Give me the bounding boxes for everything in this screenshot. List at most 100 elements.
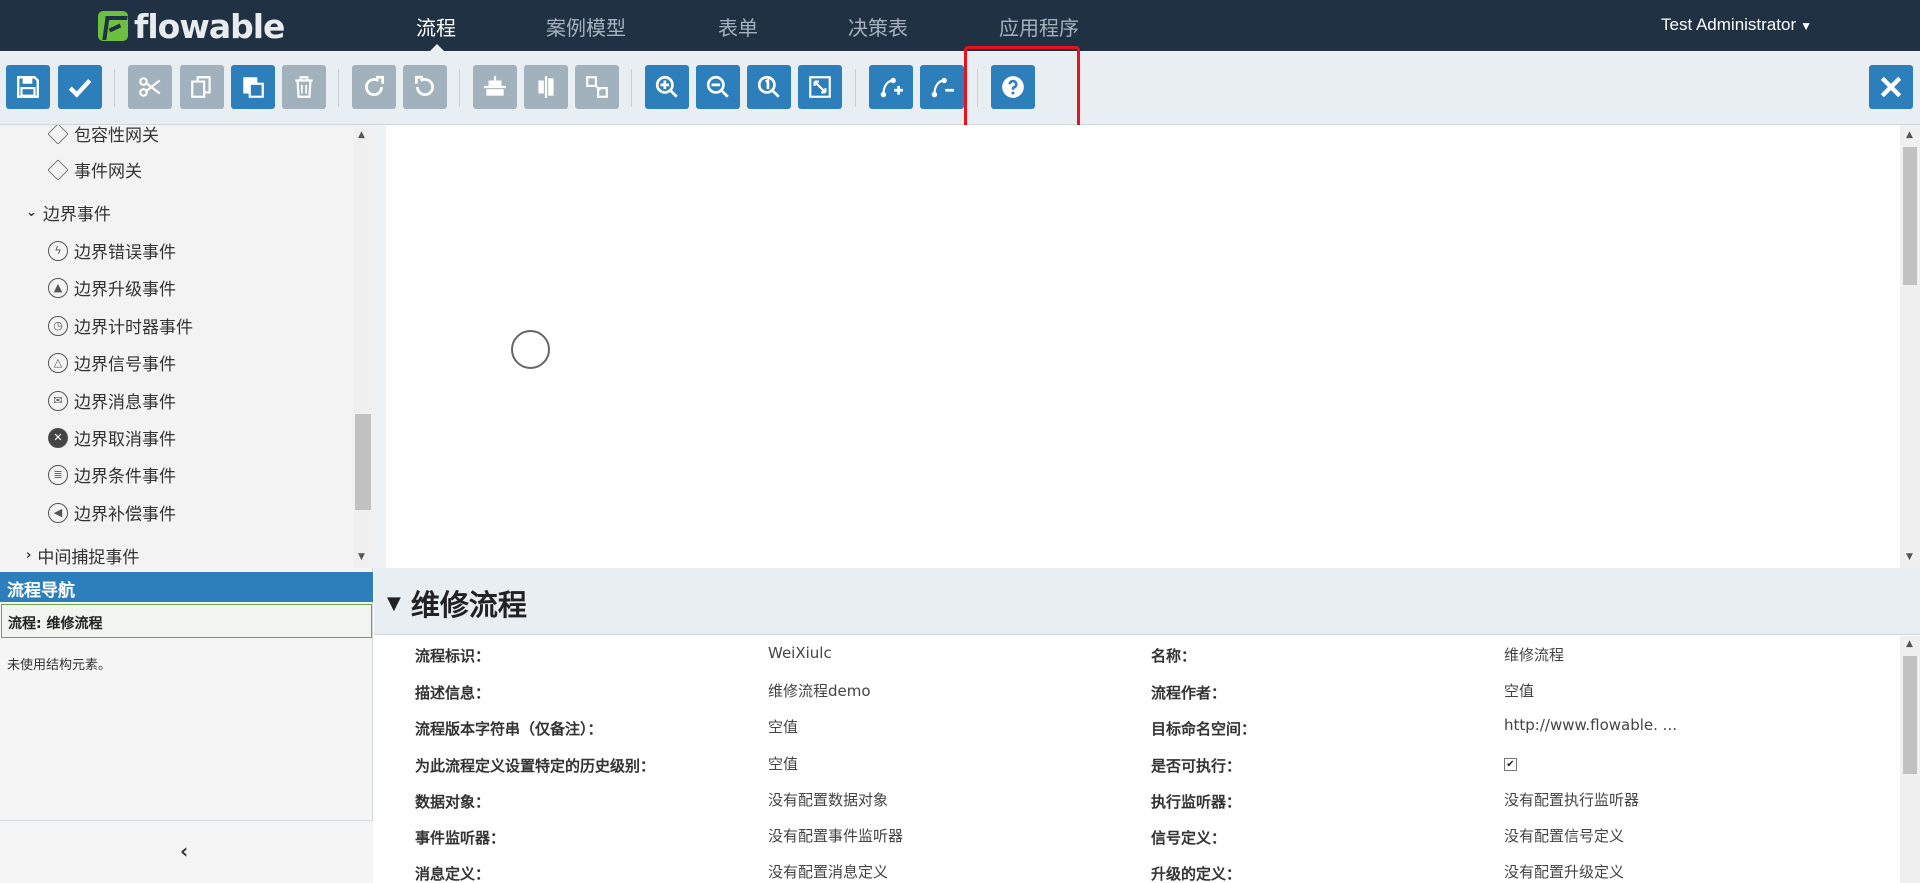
flowable-logo-icon — [98, 11, 128, 41]
properties-scrollbar[interactable]: ▲ — [1900, 636, 1920, 883]
gateway-icon — [47, 158, 69, 181]
top-navbar: flowable 流程 案例模型 表单 决策表 应用程序 Test Admini… — [0, 0, 1920, 52]
scroll-up-arrow-icon[interactable]: ▲ — [1906, 639, 1913, 649]
floppy-disk-icon — [17, 76, 39, 98]
scissors-icon — [139, 77, 161, 97]
prop-value-process-id[interactable]: WeiXiulc — [768, 644, 832, 662]
bendpoint-remove-icon — [931, 77, 954, 98]
canvas-scrollbar[interactable]: ▲ ▼ — [1900, 125, 1920, 568]
redo-button[interactable] — [352, 65, 396, 109]
prop-label-signal-definitions: 信号定义： — [1151, 829, 1227, 847]
palette-item-inclusive-gateway[interactable]: 包容性网关 — [47, 125, 159, 146]
palette-item-event-gateway[interactable]: 事件网关 — [47, 157, 142, 182]
save-button[interactable] — [6, 65, 50, 109]
prop-value-escalation-definitions[interactable]: 没有配置升级定义 — [1504, 861, 1624, 882]
scroll-up-arrow-icon[interactable]: ▲ — [358, 130, 365, 140]
user-menu[interactable]: Test Administrator ▼ — [1661, 15, 1812, 35]
delete-button[interactable] — [282, 65, 326, 109]
zoom-actual-button[interactable] — [747, 65, 791, 109]
timer-event-icon: ◷ — [48, 315, 68, 336]
prop-value-executable[interactable]: ✔ — [1504, 753, 1517, 771]
align-horizontal-button[interactable] — [473, 65, 517, 109]
properties-panel: ▼ 维修流程 流程标识： WeiXiulc 名称： 维修流程 描述信息： 维修流… — [374, 568, 1920, 883]
undo-button[interactable] — [403, 65, 447, 109]
properties-title-text: 维修流程 — [410, 588, 527, 622]
remove-bendpoint-button[interactable] — [920, 65, 964, 109]
prop-label-execution-listeners: 执行监听器： — [1151, 793, 1242, 811]
prop-label-author: 流程作者： — [1151, 684, 1227, 702]
palette-item-boundary-compensation[interactable]: ◀ 边界补偿事件 — [48, 500, 176, 525]
paste-button[interactable] — [231, 65, 275, 109]
scroll-down-arrow-icon[interactable]: ▼ — [1906, 552, 1913, 562]
tab-decision-tables[interactable]: 决策表 — [848, 12, 908, 41]
scrollbar-thumb[interactable] — [355, 414, 371, 510]
align-vertical-button[interactable] — [524, 65, 568, 109]
prop-value-name[interactable]: 维修流程 — [1504, 644, 1564, 665]
prop-value-event-listeners[interactable]: 没有配置事件监听器 — [768, 825, 903, 846]
palette-item-boundary-cancel[interactable]: ✕ 边界取消事件 — [48, 425, 176, 450]
palette-group-intermediate-catch-events[interactable]: › 中间捕捉事件 — [26, 543, 139, 568]
prop-value-version[interactable]: 空值 — [768, 716, 798, 737]
start-event-shape[interactable] — [511, 330, 550, 369]
prop-value-history-level[interactable]: 空值 — [768, 753, 798, 774]
copy-button[interactable] — [180, 65, 224, 109]
tab-case-model[interactable]: 案例模型 — [546, 12, 626, 41]
shape-palette: 包容性网关 事件网关 ⌄ 边界事件 ϟ 边界错误事件 ▲ 边界升级事件 ◷ 边界计时器事… — [0, 125, 373, 568]
prop-label-description: 描述信息： — [415, 684, 491, 702]
zoom-out-icon — [706, 75, 729, 98]
canvas-gutter — [373, 125, 386, 568]
scrollbar-thumb[interactable] — [1903, 147, 1917, 285]
prop-value-author[interactable]: 空值 — [1504, 680, 1534, 701]
zoom-fit-button[interactable] — [798, 65, 842, 109]
palette-item-label: 事件网关 — [74, 162, 142, 182]
logo-text: flowable — [134, 6, 285, 46]
palette-item-boundary-error[interactable]: ϟ 边界错误事件 — [48, 238, 176, 263]
prop-value-message-definitions[interactable]: 没有配置消息定义 — [768, 861, 888, 882]
zoom-out-button[interactable] — [696, 65, 740, 109]
palette-item-label: 边界补偿事件 — [74, 505, 176, 525]
palette-scrollbar[interactable]: ▲ ▼ — [353, 125, 373, 568]
zoom-actual-icon — [757, 75, 780, 98]
palette-item-boundary-escalation[interactable]: ▲ 边界升级事件 — [48, 275, 176, 300]
executable-checkbox[interactable]: ✔ — [1504, 758, 1517, 771]
redo-icon — [365, 75, 385, 96]
palette-item-label: 边界计时器事件 — [74, 318, 193, 338]
same-size-icon — [586, 76, 608, 98]
diagram-canvas[interactable] — [386, 125, 1888, 568]
palette-item-boundary-timer[interactable]: ◷ 边界计时器事件 — [48, 313, 193, 338]
prop-value-data-objects[interactable]: 没有配置数据对象 — [768, 789, 888, 810]
palette-group-boundary-events[interactable]: ⌄ 边界事件 — [26, 200, 111, 225]
toolbar-separator — [631, 69, 632, 107]
scroll-down-arrow-icon[interactable]: ▼ — [358, 552, 365, 562]
scrollbar-thumb[interactable] — [1903, 656, 1917, 774]
palette-item-label: 边界信号事件 — [74, 355, 176, 375]
properties-header[interactable]: ▼ 维修流程 — [374, 568, 1920, 635]
prop-value-description[interactable]: 维修流程demo — [768, 680, 871, 701]
toolbar-separator — [338, 69, 339, 107]
collapse-left-icon[interactable]: ‹ — [180, 839, 188, 863]
trash-icon — [295, 76, 313, 98]
prop-value-namespace[interactable]: http://www.flowable. ... — [1504, 716, 1677, 734]
scroll-up-arrow-icon[interactable]: ▲ — [1906, 130, 1913, 140]
tab-apps[interactable]: 应用程序 — [999, 12, 1079, 41]
add-bendpoint-button[interactable] — [869, 65, 913, 109]
prop-label-history-level: 为此流程定义设置特定的历史级别： — [415, 757, 656, 775]
tab-process[interactable]: 流程 — [416, 12, 456, 41]
close-editor-button[interactable] — [1869, 65, 1913, 109]
palette-item-boundary-conditional[interactable]: ≣ 边界条件事件 — [48, 462, 176, 487]
palette-item-boundary-message[interactable]: ✉ 边界消息事件 — [48, 388, 176, 413]
zoom-in-button[interactable] — [645, 65, 689, 109]
cut-button[interactable] — [128, 65, 172, 109]
prop-label-escalation-definitions: 升级的定义： — [1151, 865, 1242, 883]
navigator-selected-process[interactable]: 流程: 维修流程 — [1, 604, 372, 638]
prop-value-signal-definitions[interactable]: 没有配置信号定义 — [1504, 825, 1624, 846]
prop-label-executable: 是否可执行： — [1151, 757, 1242, 775]
align-horizontal-icon — [484, 76, 506, 96]
prop-value-execution-listeners[interactable]: 没有配置执行监听器 — [1504, 789, 1639, 810]
same-size-button[interactable] — [575, 65, 619, 109]
flowable-logo[interactable]: flowable — [98, 6, 285, 46]
tab-forms[interactable]: 表单 — [718, 12, 758, 41]
toolbar-separator — [114, 69, 115, 107]
palette-item-boundary-signal[interactable]: △ 边界信号事件 — [48, 350, 176, 375]
validate-button[interactable] — [58, 65, 102, 109]
